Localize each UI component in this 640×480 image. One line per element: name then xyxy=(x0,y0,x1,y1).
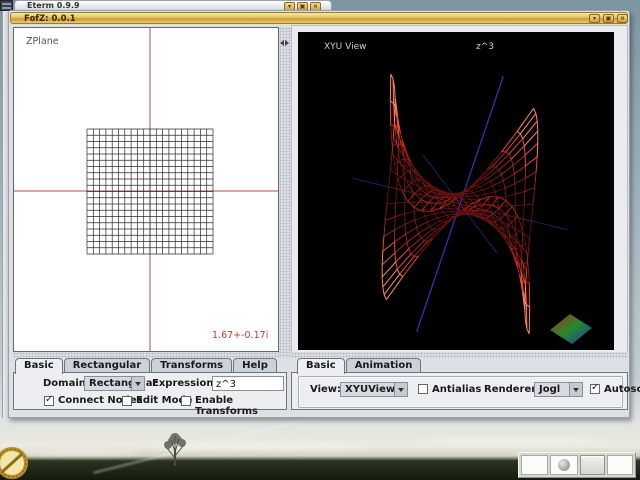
globe-icon xyxy=(558,459,571,471)
tab-basic[interactable]: Basic xyxy=(15,358,63,374)
connect-nodes-checkbox[interactable] xyxy=(44,394,54,406)
domain-select[interactable]: Rectangular xyxy=(84,376,157,391)
fofz-title: FofZ: 0.0.1 xyxy=(24,14,76,24)
fofz-minimize-icon[interactable]: ▾ xyxy=(589,14,600,23)
tab-transforms[interactable]: Transforms xyxy=(151,358,233,372)
tab-help[interactable]: Help xyxy=(233,358,277,372)
enable-transforms-label: Enable Transforms xyxy=(195,395,258,417)
renderer-select-arrow-icon[interactable] xyxy=(569,382,583,397)
tray-cell-empty[interactable] xyxy=(521,455,549,475)
desktop-emblem-icon[interactable] xyxy=(0,446,40,480)
splitpane-divider[interactable] xyxy=(279,27,291,358)
left-control-panel: Domain: Rectangular Expression: Connect … xyxy=(13,372,287,417)
antialias-checkbox[interactable] xyxy=(418,384,428,394)
renderer-label: Renderer: xyxy=(484,384,541,395)
view-label: View: xyxy=(310,384,342,395)
autoscale-checkbox[interactable] xyxy=(590,382,600,394)
collapse-right-icon[interactable] xyxy=(285,40,289,46)
antialias-label: Antialias xyxy=(432,384,482,395)
zplane-grid-svg xyxy=(14,28,278,351)
tray-cell-globe[interactable] xyxy=(550,455,578,475)
xyu-expression-label: z^3 xyxy=(476,42,494,52)
collapse-left-icon[interactable] xyxy=(280,40,284,46)
view-select-arrow-icon[interactable] xyxy=(394,382,408,397)
left-tabs: Basic Rectangular Transforms Help xyxy=(15,358,277,374)
tray-button[interactable] xyxy=(579,455,606,475)
fofz-maximize-icon[interactable]: ▣ xyxy=(603,14,614,23)
right-control-panel: View: XYUView Antialias Renderer: Jogl A… xyxy=(291,372,640,410)
zplane-label: ZPlane xyxy=(26,36,59,47)
expression-input[interactable] xyxy=(212,376,284,391)
mesh-svg xyxy=(352,73,592,344)
fofz-close-icon[interactable]: × xyxy=(617,14,628,23)
right-tabs: Basic Animation xyxy=(297,358,422,374)
enable-transforms-checkbox[interactable] xyxy=(181,396,191,406)
tree-silhouette xyxy=(164,433,186,466)
xyu-view-pane: XYU View z^3 xyxy=(291,25,628,358)
view-select[interactable]: XYUView xyxy=(340,382,395,397)
domain-select-arrow-icon[interactable] xyxy=(131,376,145,391)
domain-label: Domain: xyxy=(43,378,90,389)
xyu-view-label: XYU View xyxy=(324,42,367,52)
tab-rectangular[interactable]: Rectangular xyxy=(63,358,151,372)
taskbar-tray[interactable] xyxy=(518,452,636,478)
cursor-readout: 1.67+-0.17i xyxy=(212,330,269,341)
renderer-select[interactable]: Jogl xyxy=(534,382,570,397)
tab-basic-right[interactable]: Basic xyxy=(297,358,345,374)
zplane-canvas[interactable]: ZPlane 1.67+-0.17i xyxy=(13,27,279,352)
fofz-titlebar[interactable]: FofZ: 0.0.1 ▾ ▣ × xyxy=(10,12,628,24)
edit-mode-checkbox[interactable] xyxy=(122,396,132,406)
cloud xyxy=(420,438,610,444)
fofz-window: FofZ: 0.0.1 ▾ ▣ × ZPlane 1.67+-0.17i Bas… xyxy=(8,10,640,418)
xyu-canvas[interactable]: XYU View z^3 xyxy=(298,32,614,350)
tab-animation[interactable]: Animation xyxy=(345,358,422,372)
tray-cell-empty2[interactable] xyxy=(607,455,633,475)
expression-label: Expression: xyxy=(152,378,218,389)
autoscale-label: Autoscale xyxy=(604,384,640,395)
